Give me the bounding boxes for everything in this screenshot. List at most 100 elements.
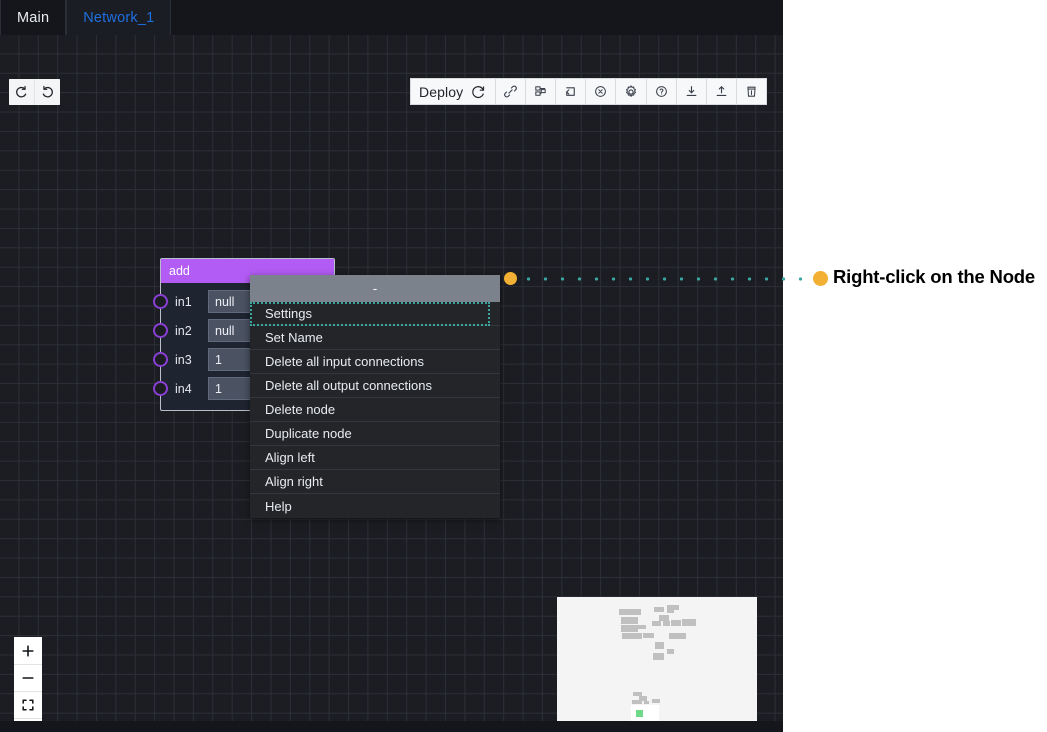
circle-x-icon bbox=[593, 84, 608, 99]
zoom-out-button[interactable] bbox=[14, 664, 42, 691]
minimap-node bbox=[619, 609, 641, 615]
fit-screen-icon bbox=[20, 697, 36, 713]
input-port-in2[interactable] bbox=[153, 323, 168, 338]
port-value-in3[interactable]: 1 bbox=[208, 348, 252, 371]
port-label-in3: in3 bbox=[175, 352, 192, 367]
delete-button[interactable] bbox=[737, 79, 766, 104]
minimap-node bbox=[622, 633, 642, 639]
settings-button[interactable] bbox=[616, 79, 648, 104]
menu-item-label: Delete all input connections bbox=[265, 354, 424, 369]
port-value-in4[interactable]: 1 bbox=[208, 377, 252, 400]
menu-item-align-left[interactable]: Align left bbox=[250, 446, 500, 470]
menu-item-duplicate-node[interactable]: Duplicate node bbox=[250, 422, 500, 446]
minimap-node bbox=[643, 633, 654, 638]
grid-layout-icon bbox=[533, 84, 548, 99]
zoom-controls bbox=[14, 637, 42, 721]
port-label-in1: in1 bbox=[175, 294, 192, 309]
undo-icon bbox=[14, 85, 29, 100]
editor-toolbar: Deploy bbox=[410, 78, 768, 105]
tab-network-1-label: Network_1 bbox=[83, 9, 155, 26]
annotation-label: Right-click on the Node bbox=[833, 266, 1035, 287]
minimap-current-node bbox=[636, 710, 643, 717]
route-arrow-icon bbox=[563, 84, 578, 99]
redo-button[interactable] bbox=[34, 79, 60, 105]
port-label-in2: in2 bbox=[175, 323, 192, 338]
menu-item-label: Align right bbox=[265, 474, 323, 489]
input-port-in3[interactable] bbox=[153, 352, 168, 367]
annotation-dotted-line bbox=[520, 276, 812, 281]
menu-item-delete-all-output-connections[interactable]: Delete all output connections bbox=[250, 374, 500, 398]
link-icon bbox=[503, 84, 518, 99]
tab-main-label: Main bbox=[17, 9, 50, 26]
port-value-in2[interactable]: null bbox=[208, 319, 252, 342]
menu-item-label: Set Name bbox=[265, 330, 323, 345]
minimap-node bbox=[682, 619, 696, 626]
help-button[interactable] bbox=[647, 79, 678, 104]
menu-item-settings[interactable]: Settings bbox=[250, 302, 500, 326]
screenshot-root: Main Network_1 add in1 null in2 null in3… bbox=[0, 0, 1047, 732]
minimap-node bbox=[655, 642, 664, 649]
menu-item-label: Align left bbox=[265, 450, 315, 465]
menu-item-label: Help bbox=[265, 498, 292, 514]
annotation-anchor-dot bbox=[504, 272, 517, 285]
deploy-button[interactable]: Deploy bbox=[411, 79, 497, 104]
menu-item-align-right[interactable]: Align right bbox=[250, 470, 500, 494]
minimap-node bbox=[669, 633, 686, 639]
node-editor-window: Main Network_1 add in1 null in2 null in3… bbox=[0, 0, 783, 732]
deploy-refresh-icon bbox=[470, 84, 486, 100]
link-button[interactable] bbox=[496, 79, 527, 104]
minimap-node bbox=[667, 605, 679, 610]
undo-button[interactable] bbox=[9, 79, 34, 105]
redo-icon bbox=[40, 85, 55, 100]
clear-button[interactable] bbox=[586, 79, 617, 104]
canvas-bottom-strip bbox=[0, 721, 783, 732]
export-button[interactable] bbox=[707, 79, 738, 104]
tab-network-1[interactable]: Network_1 bbox=[66, 0, 172, 35]
history-controls bbox=[9, 79, 60, 105]
gear-icon bbox=[623, 84, 639, 100]
minimap-node bbox=[653, 653, 664, 660]
context-menu-header[interactable]: - bbox=[250, 275, 500, 302]
upload-icon bbox=[714, 84, 729, 99]
download-icon bbox=[684, 84, 699, 99]
minimap[interactable] bbox=[557, 597, 757, 721]
port-label-in4: in4 bbox=[175, 381, 192, 396]
node-title: add bbox=[169, 264, 190, 278]
node-context-menu: - Settings Set Name Delete all input con… bbox=[250, 275, 500, 518]
port-value-in1[interactable]: null bbox=[208, 290, 252, 313]
minimap-node bbox=[652, 621, 661, 626]
minimap-node bbox=[621, 625, 638, 632]
minimap-node bbox=[667, 649, 674, 654]
fit-to-screen-button[interactable] bbox=[14, 691, 42, 718]
trash-icon bbox=[744, 84, 759, 99]
minimap-node bbox=[654, 607, 664, 612]
question-circle-icon bbox=[654, 84, 669, 99]
minimap-node bbox=[621, 617, 638, 624]
menu-item-delete-node[interactable]: Delete node bbox=[250, 398, 500, 422]
minimap-node bbox=[638, 625, 646, 629]
plus-icon bbox=[20, 643, 36, 659]
minimap-node bbox=[644, 701, 649, 704]
import-button[interactable] bbox=[677, 79, 708, 104]
input-port-in1[interactable] bbox=[153, 294, 168, 309]
menu-item-delete-all-input-connections[interactable]: Delete all input connections bbox=[250, 350, 500, 374]
input-port-in4[interactable] bbox=[153, 381, 168, 396]
tab-main[interactable]: Main bbox=[0, 0, 67, 35]
minimap-node bbox=[652, 699, 660, 703]
route-button[interactable] bbox=[556, 79, 587, 104]
menu-item-label: Delete all output connections bbox=[265, 378, 432, 393]
menu-item-label: Delete node bbox=[265, 402, 336, 417]
menu-item-label: Settings bbox=[265, 306, 312, 321]
menu-item-set-name[interactable]: Set Name bbox=[250, 326, 500, 350]
menu-item-help[interactable]: Help bbox=[250, 494, 500, 518]
minus-icon bbox=[20, 670, 36, 686]
layout-button[interactable] bbox=[526, 79, 557, 104]
menu-item-label: Duplicate node bbox=[265, 426, 352, 441]
minimap-node bbox=[671, 620, 681, 626]
graph-canvas[interactable]: add in1 null in2 null in3 1 in4 1 - Sett… bbox=[0, 35, 783, 721]
tab-bar: Main Network_1 bbox=[0, 0, 783, 35]
deploy-label: Deploy bbox=[419, 83, 464, 100]
minimap-node bbox=[663, 621, 670, 626]
zoom-in-button[interactable] bbox=[14, 637, 42, 664]
context-menu-header-label: - bbox=[372, 281, 378, 296]
